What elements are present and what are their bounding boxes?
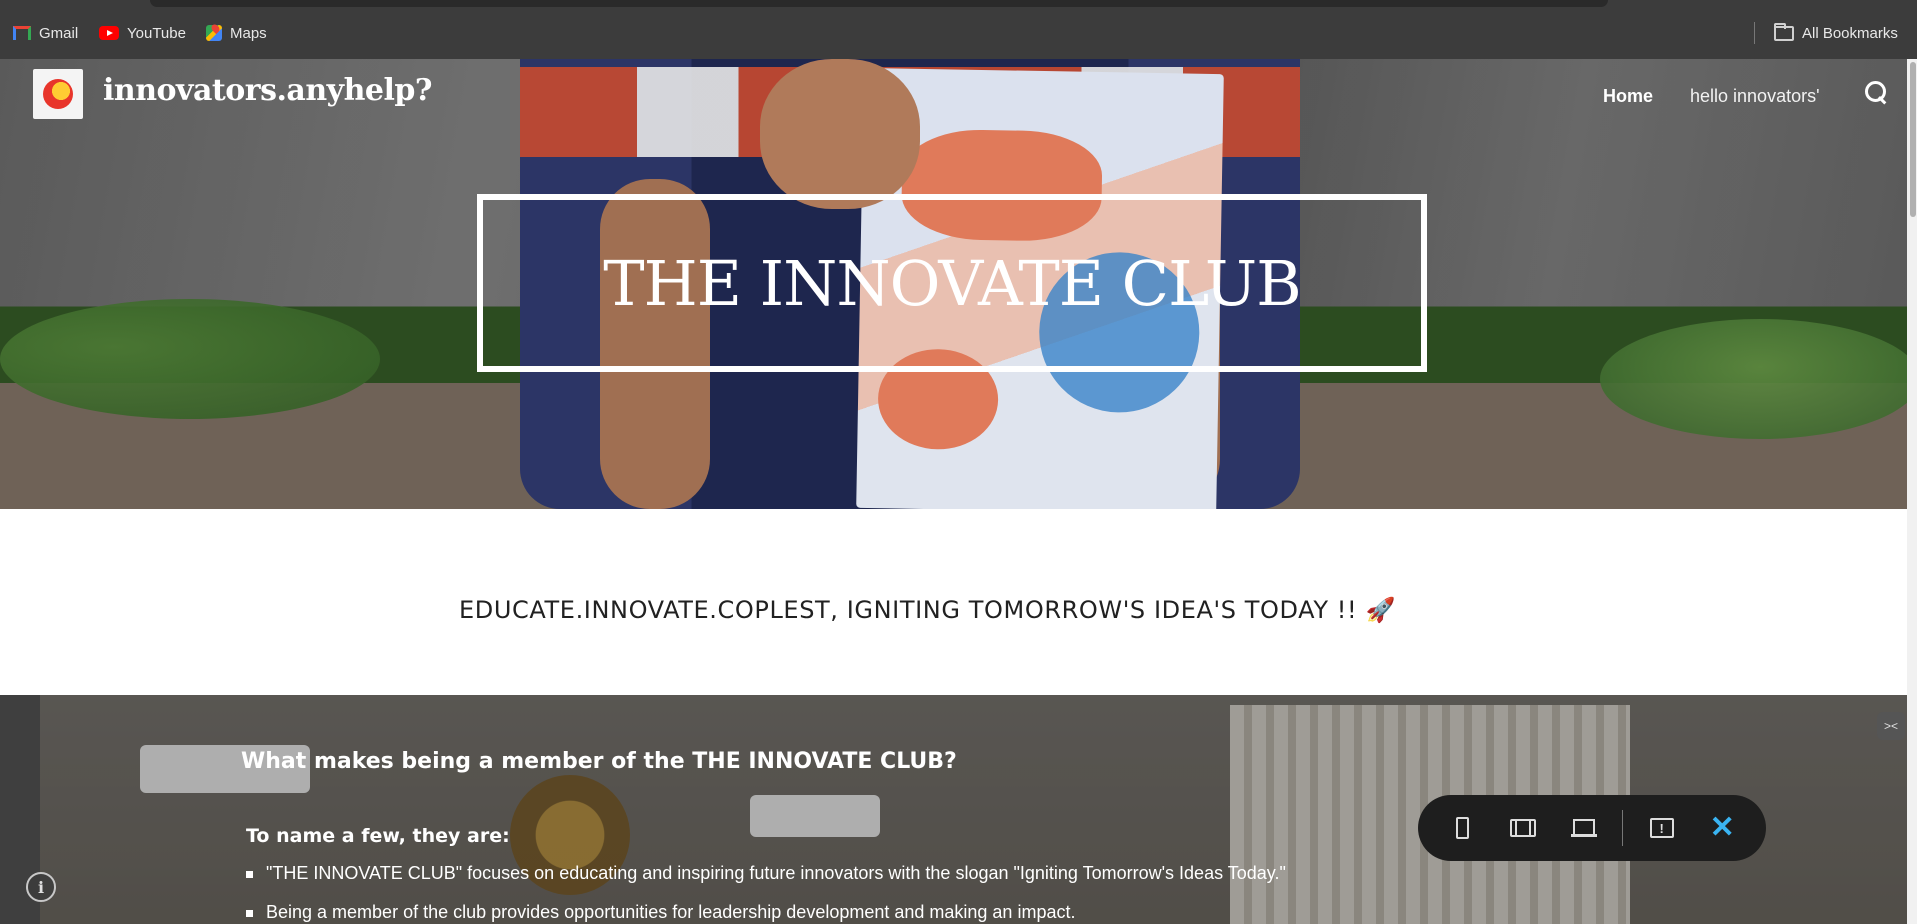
- member-subheading: To name a few, they are:: [246, 825, 510, 847]
- tagline-section: EDUCATE.INNOVATE.COPLEST, IGNITING TOMOR…: [0, 509, 1907, 695]
- gmail-icon: [13, 26, 31, 40]
- member-benefits-list: "THE INNOVATE CLUB" focuses on educating…: [246, 863, 1646, 924]
- hero-bush-right: [1600, 319, 1907, 439]
- bookmark-label: Gmail: [39, 24, 79, 42]
- bookmark-maps[interactable]: Maps: [206, 22, 267, 44]
- nav-hello-innovators[interactable]: hello innovators': [1690, 86, 1820, 107]
- feedback-button[interactable]: !: [1645, 811, 1679, 845]
- close-icon: ✕: [1709, 811, 1735, 844]
- site-logo[interactable]: [33, 69, 83, 119]
- feedback-icon: !: [1649, 818, 1674, 838]
- nav-home[interactable]: Home: [1603, 86, 1653, 107]
- hero-bush-left: [0, 299, 380, 419]
- hero-title: THE INNOVATE CLUB: [603, 246, 1301, 320]
- member-heading: What makes being a member of the THE INN…: [241, 749, 957, 774]
- site-logo-icon: [43, 79, 73, 109]
- scrollbar-thumb[interactable]: [1910, 62, 1916, 217]
- preview-toolbar: ! ✕: [1418, 795, 1766, 861]
- close-preview-button[interactable]: ✕: [1705, 811, 1739, 845]
- tablet-preview-button[interactable]: [1507, 811, 1541, 845]
- tagline-text: EDUCATE.INNOVATE.COPLEST, IGNITING TOMOR…: [459, 596, 1396, 624]
- folder-icon: [1774, 22, 1794, 41]
- bookmark-youtube[interactable]: YouTube: [99, 22, 186, 44]
- hero-title-frame: THE INNOVATE CLUB: [477, 194, 1427, 372]
- site-header: innovators.anyhelp? Home hello innovator…: [0, 59, 1907, 129]
- bookmark-label: YouTube: [127, 24, 186, 42]
- all-bookmarks-label: All Bookmarks: [1802, 24, 1898, 42]
- info-icon[interactable]: i: [26, 872, 56, 902]
- collapse-icon[interactable]: ><: [1877, 712, 1905, 740]
- laptop-preview-icon: [1571, 819, 1598, 837]
- tablet-preview-icon: [1510, 819, 1537, 837]
- address-bar-edge: [150, 0, 1608, 7]
- list-item: "THE INNOVATE CLUB" focuses on educating…: [246, 863, 1646, 884]
- bookmarks-bar: Gmail YouTube Maps All Bookmarks: [0, 0, 1917, 59]
- bookmarks-separator: [1754, 22, 1755, 44]
- list-item: Being a member of the club provides oppo…: [246, 902, 1646, 923]
- bookmark-gmail[interactable]: Gmail: [13, 22, 78, 44]
- maps-icon: [206, 25, 222, 41]
- phone-preview-button[interactable]: [1446, 811, 1480, 845]
- all-bookmarks-button[interactable]: All Bookmarks: [1774, 22, 1898, 44]
- site-title[interactable]: innovators.anyhelp?: [103, 73, 432, 108]
- bookmark-label: Maps: [230, 24, 267, 42]
- youtube-icon: [99, 26, 119, 40]
- toolbar-divider: [1621, 810, 1623, 846]
- laptop-preview-button[interactable]: [1567, 811, 1601, 845]
- phone-preview-icon: [1456, 817, 1470, 839]
- search-icon[interactable]: [1865, 81, 1889, 105]
